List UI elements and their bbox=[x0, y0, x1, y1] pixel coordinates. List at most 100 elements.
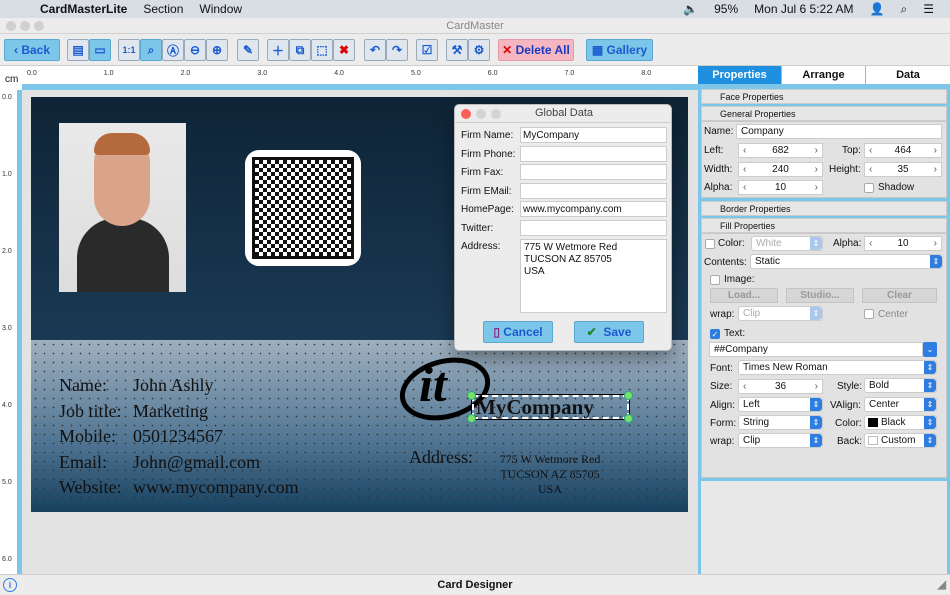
delete-item-icon[interactable]: ✖ bbox=[333, 39, 355, 61]
alpha-stepper[interactable]: 10 bbox=[738, 180, 823, 195]
photo-image[interactable] bbox=[59, 123, 186, 292]
size-stepper[interactable]: 36 bbox=[738, 379, 823, 394]
zoom-fit-text-icon[interactable]: Ⓐ bbox=[162, 39, 184, 61]
tab-data[interactable]: Data bbox=[866, 66, 950, 84]
card-field-value[interactable]: www.mycompany.com bbox=[133, 477, 299, 498]
horizontal-ruler[interactable]: 0.0 1.0 2.0 3.0 4.0 5.0 6.0 7.0 8.0 bbox=[22, 66, 698, 90]
chevron-down-icon[interactable]: ⌄ bbox=[923, 342, 937, 357]
qr-code[interactable] bbox=[245, 150, 361, 266]
tools-icon[interactable]: ⚒ bbox=[446, 39, 468, 61]
center-checkbox[interactable] bbox=[864, 309, 874, 319]
fill-color-checkbox[interactable] bbox=[705, 239, 715, 249]
top-stepper[interactable]: 464 bbox=[864, 143, 942, 158]
add-item-icon[interactable]: ＋ bbox=[267, 39, 289, 61]
card-field-value[interactable]: John@gmail.com bbox=[133, 452, 260, 473]
section-border-properties[interactable]: Border Properties bbox=[701, 201, 947, 216]
section-general-properties[interactable]: General Properties bbox=[701, 106, 947, 121]
section-face-properties[interactable]: Face Properties bbox=[701, 89, 947, 104]
valign-select[interactable]: Center bbox=[864, 397, 937, 412]
card-field-label[interactable]: Website: bbox=[59, 477, 122, 498]
card-field-label[interactable]: Email: bbox=[59, 452, 107, 473]
minimize-window-button[interactable] bbox=[20, 21, 30, 31]
redo-icon[interactable]: ↷ bbox=[386, 39, 408, 61]
fill-alpha-stepper[interactable]: 10 bbox=[864, 236, 942, 251]
dialog-field-input[interactable] bbox=[520, 145, 667, 162]
card-field-value[interactable]: Marketing bbox=[133, 401, 208, 422]
zoom-window-button[interactable] bbox=[34, 21, 44, 31]
card-field-value[interactable]: 0501234567 bbox=[133, 426, 223, 447]
zoom-out-icon[interactable]: ⊖ bbox=[184, 39, 206, 61]
tab-arrange[interactable]: Arrange bbox=[782, 66, 865, 84]
studio-button[interactable]: Studio... bbox=[786, 288, 854, 303]
delete-all-button[interactable]: ✕ Delete All bbox=[498, 39, 574, 61]
dialog-field-input[interactable]: www.mycompany.com bbox=[520, 201, 667, 218]
cancel-button[interactable]: ▯ Cancel bbox=[483, 321, 553, 343]
search-icon[interactable]: ⌕ bbox=[901, 2, 908, 17]
resize-handle[interactable] bbox=[624, 391, 633, 400]
section-fill-properties[interactable]: Fill Properties bbox=[701, 218, 947, 233]
resize-handle[interactable] bbox=[467, 391, 476, 400]
text-value-field[interactable]: ##Company bbox=[709, 342, 923, 357]
menu-window[interactable]: Window bbox=[199, 2, 242, 16]
shadow-checkbox[interactable] bbox=[864, 183, 874, 193]
resize-grip-icon[interactable]: ◢ bbox=[938, 575, 946, 595]
align-select[interactable]: Left bbox=[738, 397, 823, 412]
card-field-label[interactable]: Mobile: bbox=[59, 426, 116, 447]
save-button[interactable]: ✔ Save bbox=[574, 321, 644, 343]
image-checkbox[interactable] bbox=[710, 275, 720, 285]
dialog-field-input[interactable]: MyCompany bbox=[520, 127, 667, 143]
duplicate-icon[interactable]: ⧉ bbox=[289, 39, 311, 61]
resize-handle[interactable] bbox=[467, 414, 476, 423]
address-block[interactable]: 775 W Wetmore Red TUCSON AZ 85705 USA bbox=[485, 452, 615, 497]
gallery-button[interactable]: ▦ Gallery bbox=[586, 39, 653, 61]
info-icon[interactable]: i bbox=[3, 578, 17, 592]
company-text-selection[interactable]: MyCompany bbox=[471, 394, 630, 420]
resize-handle[interactable] bbox=[624, 414, 633, 423]
card-field-value[interactable]: John Ashly bbox=[133, 375, 214, 396]
text-checkbox[interactable]: ✓ bbox=[710, 329, 720, 339]
undo-icon[interactable]: ↶ bbox=[364, 39, 386, 61]
battery-status[interactable]: 95% bbox=[714, 2, 738, 16]
ruler-pen-icon[interactable]: ✎ bbox=[237, 39, 259, 61]
name-field[interactable]: Company bbox=[736, 124, 942, 139]
image-wrap-select[interactable]: Clip bbox=[738, 306, 823, 321]
address-label[interactable]: Address: bbox=[409, 447, 473, 468]
gear-icon[interactable]: ⚙ bbox=[468, 39, 490, 61]
fill-color-select[interactable]: White bbox=[751, 236, 823, 251]
zoom-in-icon[interactable]: ⊕ bbox=[206, 39, 228, 61]
font-select[interactable]: Times New Roman bbox=[738, 360, 937, 375]
back-button[interactable]: ‹ Back bbox=[4, 39, 60, 61]
tab-properties[interactable]: Properties bbox=[698, 66, 781, 84]
form-select[interactable]: String bbox=[738, 415, 823, 430]
card-field-label[interactable]: Job title: bbox=[59, 401, 122, 422]
card-field-label[interactable]: Name: bbox=[59, 375, 107, 396]
dialog-field-input[interactable] bbox=[520, 164, 667, 181]
check-doc-icon[interactable]: ☑ bbox=[416, 39, 438, 61]
style-select[interactable]: Bold bbox=[864, 378, 937, 393]
user-icon[interactable]: 👤 bbox=[870, 2, 885, 16]
text-color-select[interactable]: Black bbox=[864, 415, 937, 430]
dialog-field-input[interactable] bbox=[520, 182, 667, 199]
address-textarea[interactable]: 775 W Wetmore Red TUCSON AZ 85705 USA bbox=[520, 239, 667, 313]
vertical-ruler[interactable]: 0.0 1.0 2.0 3.0 4.0 5.0 6.0 bbox=[0, 90, 22, 574]
text-wrap-select[interactable]: Clip bbox=[738, 433, 823, 448]
load-button[interactable]: Load... bbox=[710, 288, 778, 303]
list-icon[interactable]: ☰ bbox=[923, 2, 934, 16]
back-color-select[interactable]: Custom bbox=[864, 433, 937, 448]
zoom-tool-icon[interactable]: ⌕ bbox=[140, 39, 162, 61]
menu-app[interactable]: CardMasterLite bbox=[40, 2, 127, 16]
left-stepper[interactable]: 682 bbox=[738, 143, 823, 158]
close-window-button[interactable] bbox=[6, 21, 16, 31]
clear-button[interactable]: Clear bbox=[862, 288, 937, 303]
contents-select[interactable]: Static bbox=[750, 254, 943, 269]
volume-icon[interactable]: 🔈 bbox=[683, 2, 698, 16]
card-front-icon[interactable]: ▤ bbox=[67, 39, 89, 61]
zoom-1to1-button[interactable]: 1:1 bbox=[118, 39, 140, 61]
menu-section[interactable]: Section bbox=[143, 2, 183, 16]
select-item-icon[interactable]: ⬚ bbox=[311, 39, 333, 61]
clock[interactable]: Mon Jul 6 5:22 AM bbox=[754, 2, 853, 16]
dialog-field-input[interactable] bbox=[520, 220, 667, 236]
card-back-icon[interactable]: ▭ bbox=[89, 39, 111, 61]
height-stepper[interactable]: 35 bbox=[864, 162, 942, 177]
width-stepper[interactable]: 240 bbox=[738, 162, 823, 177]
